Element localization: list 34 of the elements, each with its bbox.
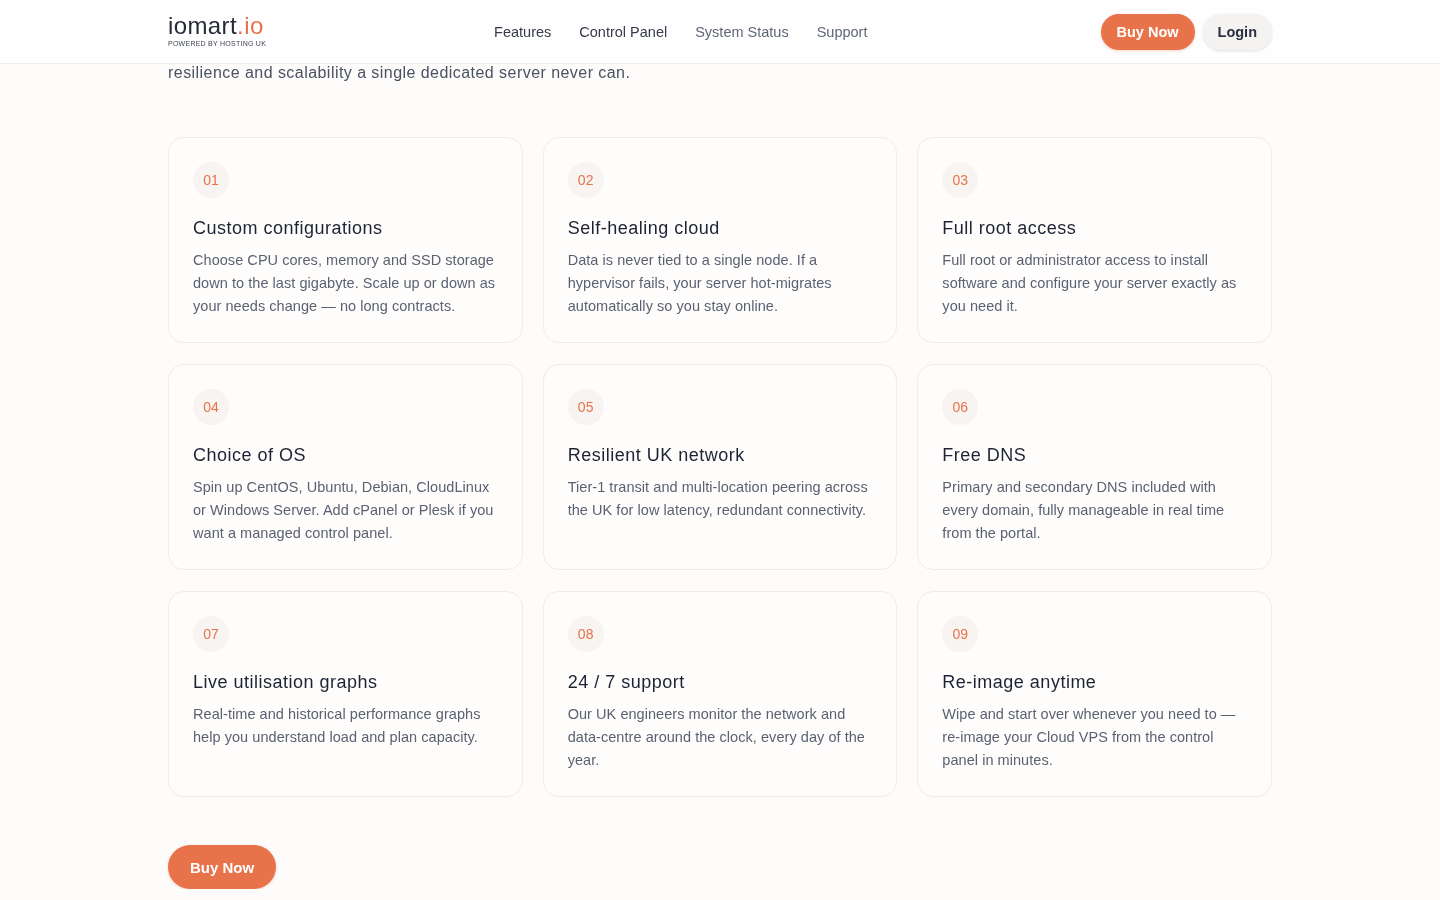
feature-number: 04 [193,389,229,425]
nav-link[interactable]: Features [494,23,552,40]
feature-number: 07 [193,616,229,652]
feature-description: Primary and secondary DNS included with every domain, fully manageable in real time from the portal. [942,478,1226,543]
feature-description: Tier-1 transit and multi-location peering across the UK for low latency, redundant connectivity. [567,478,869,520]
feature-number: 08 [567,616,604,652]
feature-number: 06 [942,389,979,425]
feature-number: 05 [567,389,604,425]
feature-title: Full root access [942,217,1077,239]
feature-description: Wipe and start over whenever you need to — re-image your Cloud VPS from the control panel in minutes. [942,705,1237,770]
feature-title: 24 / 7 support [567,671,685,693]
feature-number: 01 [193,162,229,198]
feature-description: Data is never tied to a single node. If a hypervisor fails, your server hot-migrates automatically so you stay online. [567,251,833,316]
login-button[interactable]: Login [1202,13,1272,50]
logo-wordmark[interactable]: iomart.io [168,13,264,38]
intro-text: resilience and scalability a single dedicated server never can. [168,64,632,82]
nav-link[interactable]: Support [816,23,868,40]
feature-title: Custom configurations [193,217,383,239]
feature-description: Choose CPU cores, memory and SSD storage down to the last gigabyte. Scale up or down as your needs change — no long contracts. [193,251,497,316]
feature-number: 03 [942,162,979,198]
feature-title: Resilient UK network [567,444,745,466]
feature-title: Self-healing cloud [567,217,720,239]
feature-description: Our UK engineers monitor the network and data-centre around the clock, every day of the year. [567,705,866,770]
feature-title: Choice of OS [193,444,307,466]
feature-number: 09 [942,616,979,652]
feature-title: Re-image anytime [942,671,1097,693]
feature-description: Real-time and historical performance graphs help you understand load and plan capacity. [193,705,482,747]
feature-description: Full root or administrator access to install software and configure your server exactly as you need it. [942,251,1238,316]
feature-description: Spin up CentOS, Ubuntu, Debian, CloudLinux or Windows Server. Add cPanel or Plesk if you want a managed control panel. [193,478,495,543]
feature-title: Live utilisation graphs [193,671,378,693]
nav-link[interactable]: Control Panel [579,23,668,40]
feature-number: 02 [567,162,604,198]
nav-link[interactable]: System Status [695,23,789,40]
feature-title: Free DNS [942,444,1027,466]
